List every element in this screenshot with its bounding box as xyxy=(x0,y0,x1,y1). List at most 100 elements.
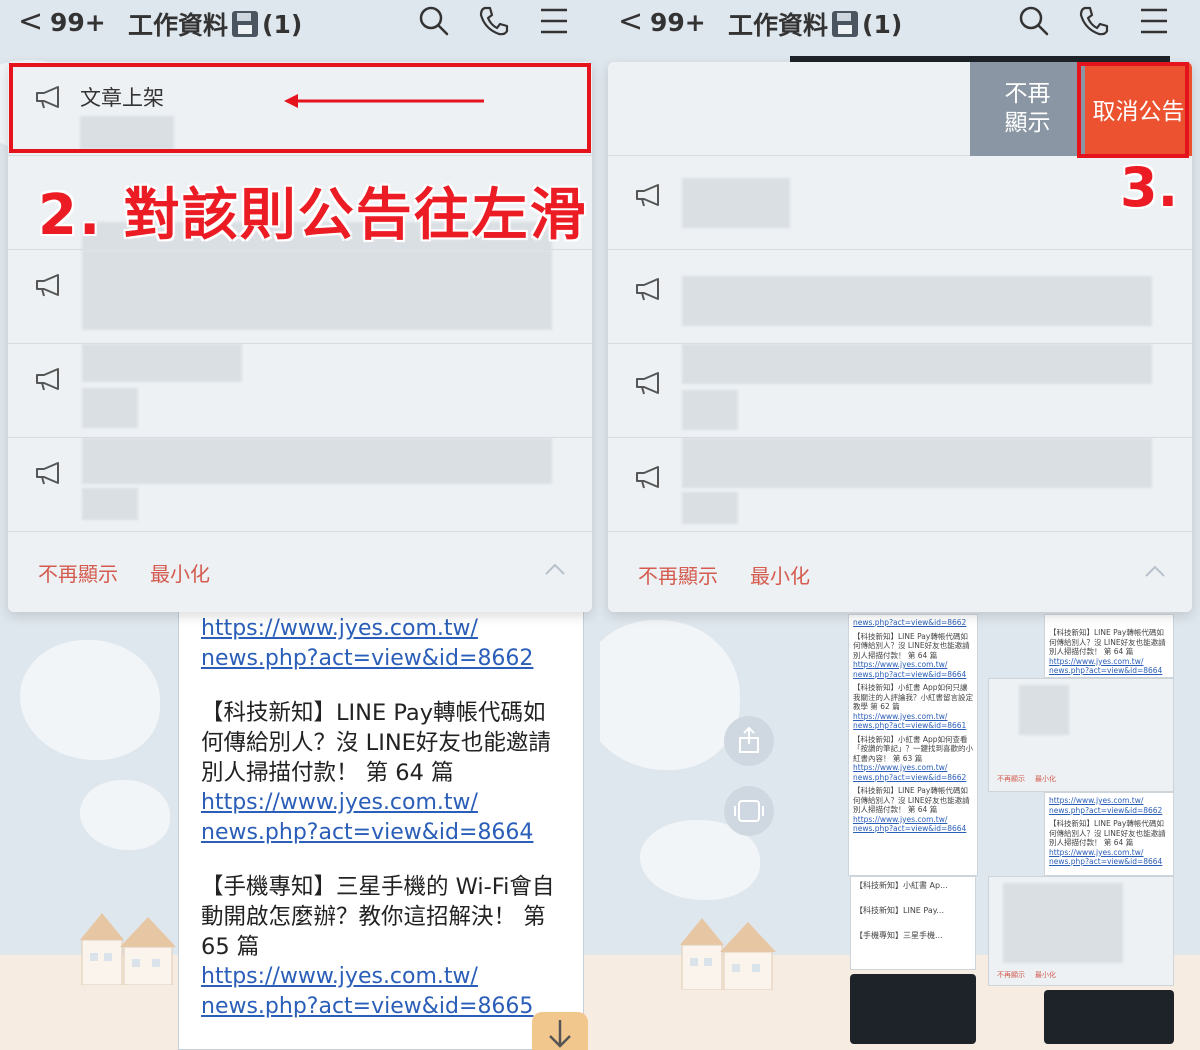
dont-show-button[interactable]: 不再顯示 xyxy=(38,558,118,587)
announcement-row[interactable] xyxy=(8,344,592,438)
announcement-row[interactable] xyxy=(608,250,1192,344)
announcement-row[interactable] xyxy=(608,438,1192,532)
dont-show-button[interactable]: 不再顯示 xyxy=(638,560,718,589)
arrow-down-icon xyxy=(549,1020,571,1048)
share-button[interactable] xyxy=(724,716,774,766)
thumbnail-screenshot: https://www.jyes.com.tw/ news.php?act=vi… xyxy=(1044,792,1174,876)
blurred-content xyxy=(82,344,242,382)
announcement-footer: 不再顯示 最小化 xyxy=(8,532,592,612)
screenshot-button[interactable] xyxy=(724,786,774,836)
thumbnail-dont-show: 不再顯示 xyxy=(997,971,1025,979)
thumbnail-link: news.php?act=view&id=8661 xyxy=(853,721,967,730)
message-link[interactable]: https://www.jyes.com.tw/ xyxy=(201,962,563,992)
message-link[interactable]: https://www.jyes.com.tw/ xyxy=(201,614,563,644)
chat-title[interactable]: 工作資料 (1) xyxy=(128,6,302,42)
thumbnail-text: 【科技新知】LINE Pay轉帳代碼如何傳給別人？沒 LINE好友也能邀請別人掃… xyxy=(853,786,970,814)
chevron-up-icon[interactable] xyxy=(1144,564,1166,578)
megaphone-icon xyxy=(636,466,659,489)
chat-title-text: 工作資料 xyxy=(728,11,829,40)
menu-icon[interactable] xyxy=(1137,4,1171,38)
minimize-button[interactable]: 最小化 xyxy=(150,558,210,587)
blurred-content xyxy=(1019,685,1069,735)
thumbnail-screenshot: 【科技新知】LINE Pay轉帳代碼如何傳給別人？沒 LINE好友也能邀請別人掃… xyxy=(1044,614,1174,678)
thumbnail-link: news.php?act=view&id=8662 xyxy=(1049,805,1163,815)
thumbnail-text: 【科技新知】小紅書 App如何只讓我關注的人評論我？小紅書留言設定教學 第 62… xyxy=(853,683,973,711)
message-text: 【手機專知】三星手機的 Wi-Fi會自動開啟怎麼辦？教你這招解決！ 第 65 篇 xyxy=(201,874,555,960)
back-icon[interactable]: < xyxy=(18,4,43,39)
blurred-content xyxy=(82,388,138,428)
search-icon[interactable] xyxy=(417,4,451,38)
blurred-content xyxy=(82,438,552,484)
background-spot xyxy=(600,620,740,770)
chat-header: < 99+ 工作資料 (1) xyxy=(0,0,600,46)
capture-icon xyxy=(734,800,764,822)
background-spot xyxy=(20,640,160,760)
scroll-down-button[interactable] xyxy=(532,1012,588,1050)
thumbnail-minimize: 最小化 xyxy=(1035,971,1056,979)
thumbnail-link: https://www.jyes.com.tw/ xyxy=(853,711,948,721)
left-screenshot: < 99+ 工作資料 (1) 文章上架 不再顯示 最小化 2. 對該則公告往左滑… xyxy=(0,0,600,1050)
announcement-row[interactable] xyxy=(8,438,592,532)
right-screenshot: < 99+ 工作資料 (1) 不再 顯示 取消公告 不再顯示 最小化 3. ne… xyxy=(600,0,1200,1050)
thumbnail-minimize: 最小化 xyxy=(1035,775,1056,783)
megaphone-icon xyxy=(36,274,59,297)
dont-show-action-label: 不再 顯示 xyxy=(1004,81,1051,136)
message-link[interactable]: news.php?act=view&id=8664 xyxy=(201,818,563,848)
megaphone-icon xyxy=(636,184,659,207)
announcement-row[interactable] xyxy=(608,344,1192,438)
chevron-up-icon[interactable] xyxy=(544,562,566,576)
megaphone-icon xyxy=(636,372,659,395)
thumbnail-screenshot: news.php?act=view&id=8662 【科技新知】LINE Pay… xyxy=(848,614,978,876)
phone-icon[interactable] xyxy=(1077,4,1111,38)
phone-icon[interactable] xyxy=(477,4,511,38)
floppy-disk-icon xyxy=(232,11,259,37)
share-icon xyxy=(739,726,759,753)
blurred-content xyxy=(82,488,138,520)
message-link[interactable]: news.php?act=view&id=8662 xyxy=(201,644,563,674)
member-count: (1) xyxy=(262,9,303,39)
announcement-row[interactable] xyxy=(608,156,1192,250)
step-3-instruction: 3. xyxy=(1120,156,1179,219)
thumbnail-dark-screen xyxy=(850,974,976,1044)
thumbnail-link: news.php?act=view&id=8662 xyxy=(853,772,967,782)
member-count: (1) xyxy=(862,9,903,39)
thumbnail-link: https://www.jyes.com.tw/ xyxy=(1049,847,1144,857)
back-icon[interactable]: < xyxy=(618,4,643,39)
swipe-left-arrow xyxy=(284,94,484,108)
thumbnail-list-item: 【手機專知】三星手機... xyxy=(855,931,943,940)
chat-message-bubble: https://www.jyes.com.tw/ news.php?act=vi… xyxy=(178,600,584,1050)
thumbnail-link: https://www.jyes.com.tw/ xyxy=(853,814,948,824)
thumbnail-link: news.php?act=view&id=8664 xyxy=(1049,857,1163,866)
thumbnail-link: news.php?act=view&id=8662 xyxy=(853,618,967,627)
thumbnail-text: 【科技新知】LINE Pay轉帳代碼如何傳給別人？沒 LINE好友也能邀請別人掃… xyxy=(1049,628,1166,656)
thumbnail-list-item: 【科技新知】LINE Pay... xyxy=(855,906,944,915)
chat-title[interactable]: 工作資料 (1) xyxy=(728,6,902,42)
message-link[interactable]: news.php?act=view&id=8665 xyxy=(201,992,563,1022)
blurred-content xyxy=(82,250,552,330)
megaphone-icon xyxy=(636,278,659,301)
thumbnail-text: 【科技新知】小紅書 App如何查看「按讚的筆記」？一鍵找到喜歡的小紅書內容！ 第… xyxy=(853,734,973,763)
unread-count: 99+ xyxy=(50,8,106,37)
dont-show-action[interactable]: 不再 顯示 xyxy=(970,62,1085,156)
search-icon[interactable] xyxy=(1017,4,1051,38)
thumbnail-list: 【科技新知】小紅書 Ap... 【科技新知】LINE Pay... 【手機專知】… xyxy=(850,876,976,970)
message-link[interactable]: https://www.jyes.com.tw/ xyxy=(201,788,563,818)
thumbnail-link: https://www.jyes.com.tw/ xyxy=(1049,796,1144,805)
blurred-content xyxy=(682,492,738,524)
megaphone-icon xyxy=(36,462,59,485)
minimize-button[interactable]: 最小化 xyxy=(750,560,810,589)
blurred-content xyxy=(682,438,1152,488)
menu-icon[interactable] xyxy=(537,4,571,38)
blurred-content xyxy=(682,344,1152,384)
megaphone-icon xyxy=(36,368,59,391)
thumbnail-announcement-card: 不再顯示 最小化 xyxy=(988,678,1174,792)
house-illustration xyxy=(80,913,176,985)
floppy-disk-icon xyxy=(832,11,859,37)
thumbnail-link: https://www.jyes.com.tw/ xyxy=(1049,656,1144,666)
house-illustration xyxy=(680,918,776,990)
thumbnail-link: news.php?act=view&id=8664 xyxy=(1049,666,1163,675)
thumbnail-text: 【科技新知】LINE Pay轉帳代碼如何傳給別人？沒 LINE好友也能邀請別人掃… xyxy=(1049,819,1166,847)
message-text: 【科技新知】LINE Pay轉帳代碼如何傳給別人？沒 LINE好友也能邀請別人掃… xyxy=(201,700,551,786)
announcement-row[interactable] xyxy=(8,250,592,344)
chat-title-text: 工作資料 xyxy=(128,11,229,40)
